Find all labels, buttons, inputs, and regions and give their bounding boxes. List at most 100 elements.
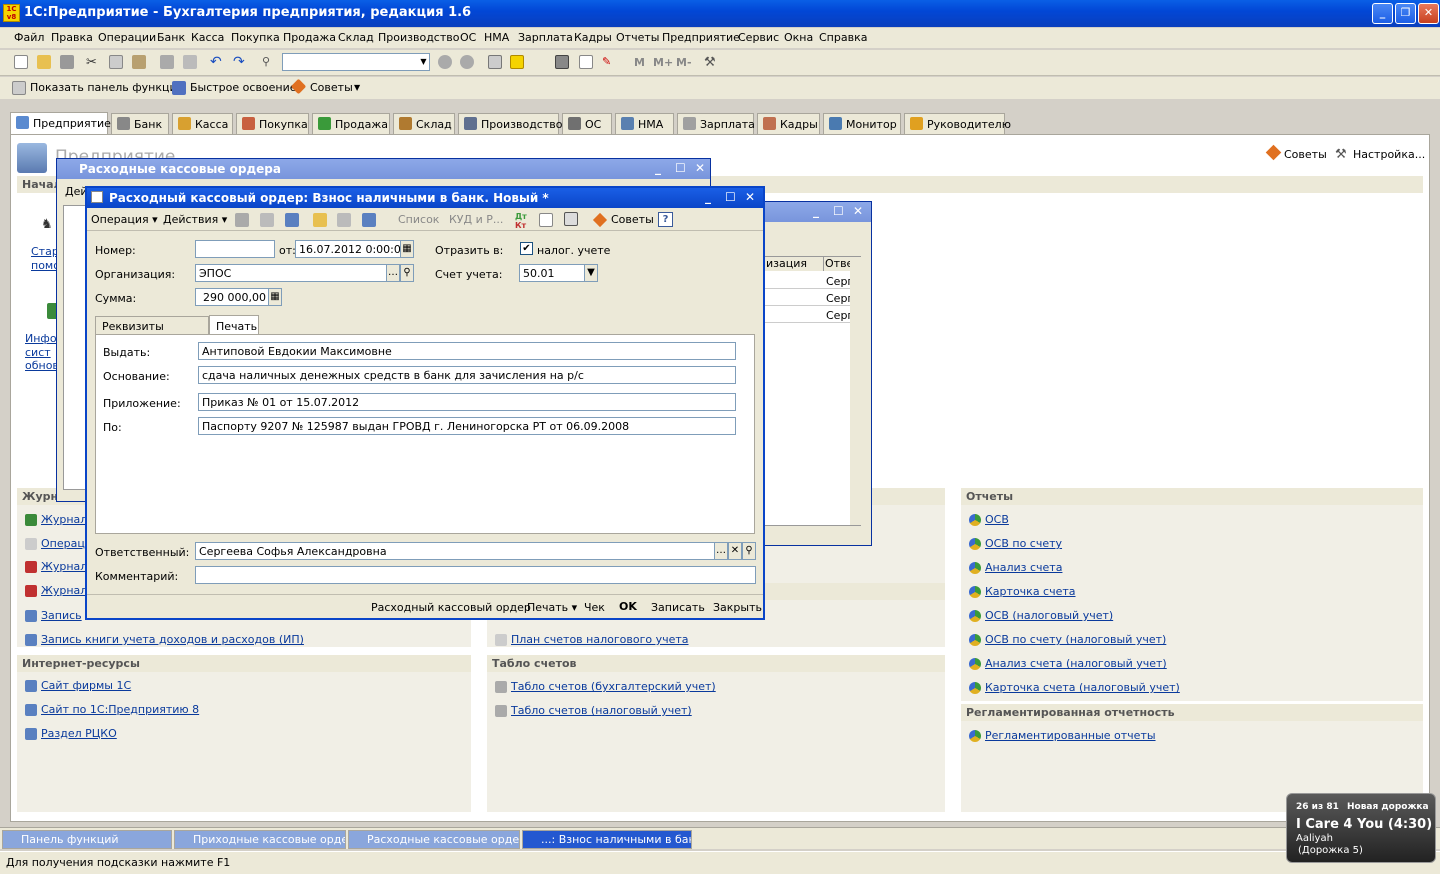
info-link-3[interactable]: обнов. <box>9 359 62 372</box>
menu-service[interactable]: Сервис <box>738 31 779 44</box>
tab-director[interactable]: Руководителю <box>904 113 1011 134</box>
responsible-clear-icon[interactable]: ✕ <box>728 542 742 560</box>
copy-doc-icon[interactable] <box>260 213 274 227</box>
menu-help[interactable]: Справка <box>819 31 867 44</box>
cut-icon[interactable]: ✂ <box>86 55 100 70</box>
taskbar-functions-panel[interactable]: Панель функций <box>2 830 172 849</box>
journal-link-2[interactable]: Операц <box>25 537 85 550</box>
taskbar-cash-order[interactable]: ...: Взнос наличными в бан... <box>522 830 692 849</box>
tab-cash[interactable]: Касса <box>172 113 233 134</box>
menu-edit[interactable]: Правка <box>51 31 93 44</box>
start-link-2[interactable]: помо <box>15 259 60 272</box>
report-link-osv-account-tax[interactable]: ОСВ по счету (налоговый учет) <box>969 633 1166 646</box>
menu-windows[interactable]: Окна <box>784 31 813 44</box>
internet-link-1c[interactable]: Сайт фирмы 1С <box>25 679 131 692</box>
post-icon[interactable] <box>285 213 299 227</box>
responsible-field[interactable]: Сергеева Софья Александровна <box>195 542 715 560</box>
dialog-max-icon[interactable]: ☐ <box>725 190 736 204</box>
settings-icon[interactable]: ⚒ <box>704 55 718 70</box>
tab-enterprise[interactable]: Предприятие <box>10 112 111 135</box>
org-field[interactable]: ЭПОС <box>195 264 387 282</box>
dialog-tips-button[interactable]: Советы <box>611 213 654 226</box>
menu-hr[interactable]: Кадры <box>574 31 612 44</box>
find-next-icon[interactable] <box>438 55 452 69</box>
menu-salary[interactable]: Зарплата <box>518 31 573 44</box>
tab-salary[interactable]: Зарплата <box>677 113 755 134</box>
dialog-close-icon[interactable]: ✕ <box>745 190 755 204</box>
preview-icon[interactable] <box>183 55 197 69</box>
menu-cash[interactable]: Касса <box>191 31 224 44</box>
panel-tips-button[interactable]: Советы <box>1284 148 1327 161</box>
table-row[interactable]: Серг <box>764 307 853 323</box>
internet-link-rcko[interactable]: Раздел РЦКО <box>25 727 117 740</box>
report-link-osv-account[interactable]: ОСВ по счету <box>969 537 1062 550</box>
minimize-button[interactable]: _ <box>1372 3 1393 24</box>
kud-button[interactable]: КУД и Р... <box>449 213 503 226</box>
undo-icon[interactable]: ↶ <box>210 54 224 70</box>
tab-warehouse[interactable]: Склад <box>393 113 455 134</box>
redo-icon[interactable]: ↷ <box>233 54 247 70</box>
book-link[interactable]: Запись книги учета доходов и расходов (И… <box>25 633 304 646</box>
tips-dropdown-icon[interactable]: ▼ <box>354 83 360 92</box>
by-field[interactable]: Паспорту 9207 № 125987 выдан ГРОВД г. Ле… <box>198 417 736 435</box>
add-icon[interactable] <box>235 213 249 227</box>
tab-os[interactable]: ОС <box>562 113 612 134</box>
quick-learn-button[interactable]: Быстрое освоение <box>190 81 297 94</box>
table-row[interactable]: Серг <box>764 290 853 306</box>
report-link-card[interactable]: Карточка счета <box>969 585 1076 598</box>
tab-production[interactable]: Производство <box>458 113 562 134</box>
tab-hr[interactable]: Кадры <box>757 113 820 134</box>
calendar-button-icon[interactable]: ▦ <box>400 240 414 258</box>
tablo-link-tax[interactable]: Табло счетов (налоговый учет) <box>495 704 692 717</box>
list-min-icon[interactable]: _ <box>655 161 661 175</box>
secondary-min-icon[interactable]: _ <box>813 204 819 218</box>
journal-link-3[interactable]: Журнал <box>25 560 87 573</box>
calculator-icon[interactable] <box>555 55 569 69</box>
tax-checkbox[interactable]: ✔ <box>520 242 533 255</box>
hierarchy-icon[interactable] <box>564 212 578 226</box>
menu-operations[interactable]: Операции <box>98 31 156 44</box>
operation-menu[interactable]: Операция ▾ <box>91 213 158 226</box>
menu-os[interactable]: ОС <box>460 31 476 44</box>
report-link-osv[interactable]: ОСВ <box>969 513 1009 526</box>
panel-settings-button[interactable]: Настройка... <box>1353 148 1425 161</box>
info-link-2[interactable]: сист <box>9 346 51 359</box>
open-icon[interactable] <box>37 55 51 69</box>
tax-plan-link[interactable]: План счетов налогового учета <box>495 633 689 646</box>
print-icon[interactable] <box>160 55 174 69</box>
tab-bank[interactable]: Банк <box>111 113 169 134</box>
tab-print[interactable]: Печать <box>209 315 259 335</box>
table-row[interactable]: Серг <box>764 273 853 289</box>
close-dialog-button[interactable]: Закрыть <box>713 601 762 614</box>
save-button[interactable]: Записать <box>651 601 705 614</box>
media-notification[interactable]: 26 из 81 Новая дорожка I Care 4 You (4:3… <box>1286 793 1436 863</box>
internet-link-1c8[interactable]: Сайт по 1С:Предприятию 8 <box>25 703 199 716</box>
save-icon[interactable] <box>60 55 74 69</box>
basis-field[interactable]: сдача наличных денежных средств в банк д… <box>198 366 736 384</box>
windows-icon[interactable] <box>488 55 502 69</box>
delete-icon[interactable] <box>337 213 351 227</box>
ok-button[interactable]: OK <box>619 600 637 613</box>
report-link-card-tax[interactable]: Карточка счета (налоговый учет) <box>969 681 1180 694</box>
tablo-link-accounting[interactable]: Табло счетов (бухгалтерский учет) <box>495 680 716 693</box>
new-icon[interactable] <box>14 55 28 69</box>
taskbar-incoming-orders[interactable]: Приходные кассовые ордера <box>174 830 346 849</box>
menu-nma[interactable]: НМА <box>484 31 509 44</box>
menu-production[interactable]: Производство <box>378 31 459 44</box>
calculator-button-icon[interactable]: ▦ <box>268 288 282 306</box>
tools-icon[interactable]: ✎ <box>602 55 616 69</box>
show-panel-button[interactable]: Показать панель функций <box>30 81 184 94</box>
check-button[interactable]: Чек <box>584 601 605 614</box>
m-icon[interactable]: M <box>634 56 645 69</box>
print-form-button[interactable]: Расходный кассовый ордер <box>371 601 531 614</box>
tab-purchase[interactable]: Покупка <box>236 113 309 134</box>
menu-purchase[interactable]: Покупка <box>231 31 280 44</box>
secondary-max-icon[interactable]: ☐ <box>833 204 844 218</box>
close-button[interactable]: ✕ <box>1418 3 1439 24</box>
tab-monitor[interactable]: Монитор <box>823 113 901 134</box>
org-select-button[interactable]: … <box>386 264 400 282</box>
print-button[interactable]: Печать ▾ <box>527 601 577 614</box>
list-close-icon[interactable]: ✕ <box>695 161 705 175</box>
menu-sales[interactable]: Продажа <box>283 31 336 44</box>
list-button[interactable]: Список <box>398 213 439 226</box>
